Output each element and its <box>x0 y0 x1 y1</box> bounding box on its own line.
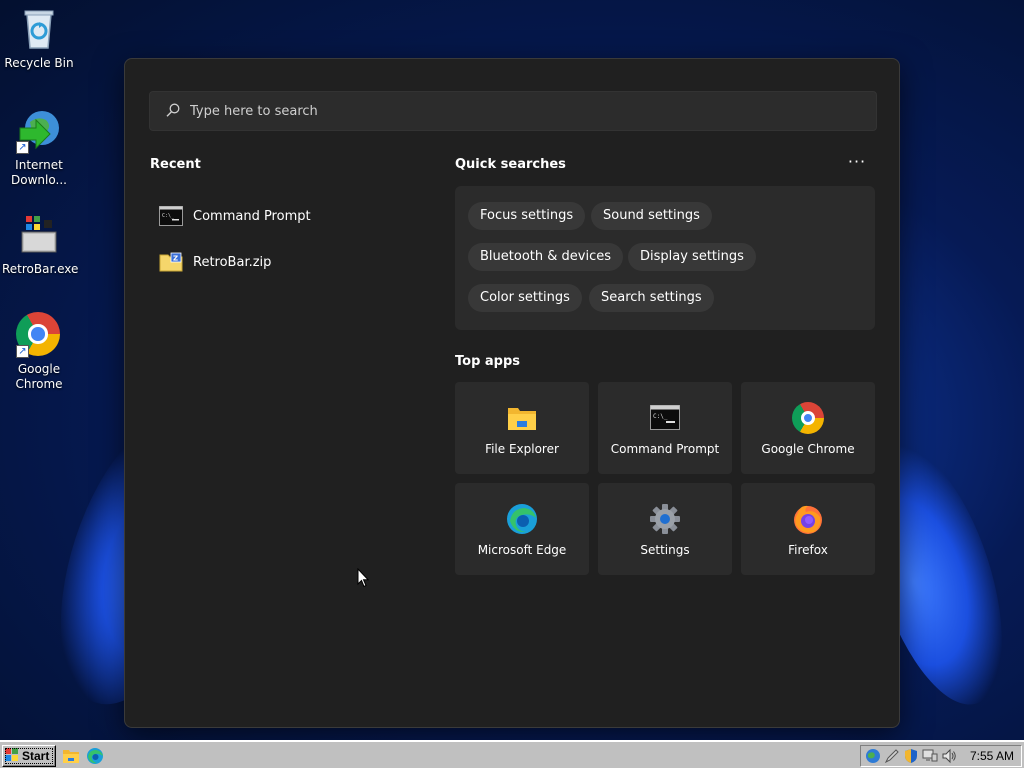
app-tile-label: File Explorer <box>485 442 559 456</box>
desktop-icon-google-chrome[interactable]: ↗ Google Chrome <box>2 312 76 392</box>
recent-item-retrobar-zip[interactable]: Z RetroBar.zip <box>159 239 419 285</box>
taskbar: Start 7:55 AM <box>0 740 1024 768</box>
top-apps-grid: File Explorer C:\_ Command Prompt Google… <box>455 382 875 576</box>
search-icon <box>166 102 180 121</box>
desktop-icon-retrobar[interactable]: RetroBar.exe <box>2 212 79 277</box>
file-explorer-icon[interactable] <box>62 747 80 765</box>
system-tray: 7:55 AM <box>860 745 1022 767</box>
app-tile-microsoft-edge[interactable]: Microsoft Edge <box>455 483 589 575</box>
start-label: Start <box>22 749 50 763</box>
chip-focus-settings[interactable]: Focus settings <box>468 202 586 230</box>
desktop-icon-internet-download-manager[interactable]: ↗ Internet Downlo... <box>2 108 76 188</box>
firefox-icon <box>792 503 824 535</box>
chrome-icon: ↗ <box>16 312 62 358</box>
app-tile-label: Settings <box>640 543 690 557</box>
svg-text:C:\_: C:\_ <box>162 213 175 219</box>
command-prompt-icon: C:\_ <box>159 206 183 226</box>
more-options-button[interactable]: ··· <box>843 153 871 177</box>
app-tile-firefox[interactable]: Firefox <box>741 483 875 575</box>
start-button[interactable]: Start <box>2 745 56 767</box>
network-computer-icon[interactable] <box>922 748 938 764</box>
chip-search-settings[interactable]: Search settings <box>589 284 714 312</box>
app-tile-label: Firefox <box>788 543 828 557</box>
start-menu-panel: Recent C:\_ Command Prompt Z R <box>124 58 900 728</box>
taskbar-clock[interactable]: 7:55 AM <box>970 749 1014 763</box>
chrome-icon <box>792 402 824 434</box>
desktop-icon-label: Internet Downlo... <box>11 158 67 187</box>
retrobar-icon <box>16 212 62 258</box>
internet-download-manager-icon: ↗ <box>16 108 62 154</box>
chip-display-settings[interactable]: Display settings <box>628 243 756 271</box>
windows-logo-icon <box>5 747 19 765</box>
recent-item-label: RetroBar.zip <box>193 254 272 270</box>
search-input[interactable] <box>190 103 850 119</box>
app-tile-label: Microsoft Edge <box>477 543 567 557</box>
app-tile-label: Command Prompt <box>610 442 720 456</box>
network-globe-icon[interactable] <box>865 748 881 764</box>
desktop-icon-label: Google Chrome <box>15 362 63 391</box>
pen-tray-icon[interactable] <box>884 748 900 764</box>
recycle-bin-icon <box>16 6 62 52</box>
recent-item-label: Command Prompt <box>193 208 311 224</box>
command-prompt-icon: C:\_ <box>649 402 681 434</box>
shortcut-arrow-icon: ↗ <box>16 345 29 358</box>
chip-bluetooth-devices[interactable]: Bluetooth & devices <box>468 243 623 271</box>
mouse-cursor-icon <box>357 567 370 588</box>
volume-speaker-icon[interactable] <box>941 748 957 764</box>
zip-folder-icon: Z <box>159 252 183 272</box>
recent-list: C:\_ Command Prompt Z RetroBar.zip <box>159 193 419 285</box>
quick-launch-bar <box>62 747 104 765</box>
chip-color-settings[interactable]: Color settings <box>468 284 582 312</box>
file-explorer-icon <box>506 402 538 434</box>
quick-searches-title: Quick searches <box>455 157 566 172</box>
security-shield-icon[interactable] <box>903 748 919 764</box>
search-box[interactable] <box>149 91 877 131</box>
shortcut-arrow-icon: ↗ <box>16 141 29 154</box>
recent-title: Recent <box>150 157 201 172</box>
settings-gear-icon <box>649 503 681 535</box>
top-apps-title: Top apps <box>455 354 521 369</box>
app-tile-command-prompt[interactable]: C:\_ Command Prompt <box>598 382 732 474</box>
app-tile-label: Google Chrome <box>761 442 855 456</box>
app-tile-google-chrome[interactable]: Google Chrome <box>741 382 875 474</box>
app-tile-file-explorer[interactable]: File Explorer <box>455 382 589 474</box>
svg-text:C:\_: C:\_ <box>653 413 668 420</box>
edge-icon[interactable] <box>86 747 104 765</box>
desktop-icon-label: RetroBar.exe <box>2 262 79 276</box>
desktop-icon-recycle-bin[interactable]: Recycle Bin <box>2 6 76 71</box>
quick-searches-box: Focus settings Sound settings Bluetooth … <box>455 186 875 330</box>
recent-item-command-prompt[interactable]: C:\_ Command Prompt <box>159 193 419 239</box>
svg-text:Z: Z <box>173 255 178 263</box>
app-tile-settings[interactable]: Settings <box>598 483 732 575</box>
desktop-icon-label: Recycle Bin <box>4 56 74 70</box>
edge-icon <box>506 503 538 535</box>
chip-sound-settings[interactable]: Sound settings <box>591 202 712 230</box>
